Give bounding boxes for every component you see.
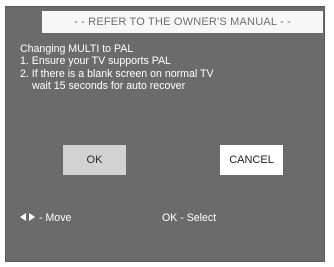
cancel-button[interactable]: CANCEL [220, 145, 283, 175]
message-line: 2. If there is a blank screen on normal … [20, 67, 214, 80]
left-arrow-icon [20, 213, 26, 222]
message-line: Changing MULTI to PAL [20, 43, 134, 55]
dialog-title: - - REFER TO THE OWNER'S MANUAL - - [42, 11, 323, 33]
dialog-message: Changing MULTI to PAL 1. Ensure your TV … [20, 43, 320, 93]
owners-manual-dialog: - - REFER TO THE OWNER'S MANUAL - - Chan… [5, 6, 325, 262]
move-hint-label: - Move [39, 212, 72, 224]
ok-button[interactable]: OK [63, 145, 126, 175]
move-hint: - Move [20, 211, 71, 225]
select-hint: OK - Select [162, 212, 217, 224]
message-line: 1. Ensure your TV supports PAL [20, 55, 171, 68]
right-arrow-icon [29, 213, 35, 222]
message-line: wait 15 seconds for auto recover [32, 80, 186, 93]
